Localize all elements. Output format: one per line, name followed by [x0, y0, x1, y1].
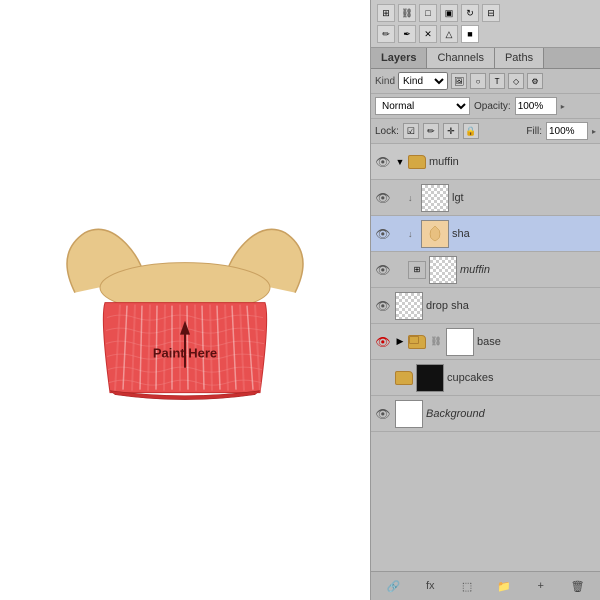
layer-drop-sha[interactable]: 👁 drop sha [371, 288, 600, 324]
bottom-folder-btn[interactable]: 📁 [494, 576, 514, 596]
clip-sha: ↓ [408, 229, 418, 239]
thumb-lgt [421, 184, 449, 212]
bottom-toolbar: 🔗 fx ⬚ 📁 + 🗑 [371, 571, 600, 600]
top-toolbar: ⊞ ⛓ □ ▣ ↻ ⊟ ✏ ✒ ✕ △ ■ [371, 0, 600, 48]
filter-icon-image[interactable]: 🖼 [451, 73, 467, 89]
layer-base-group[interactable]: 👁 ▶ ⛓ base [371, 324, 600, 360]
layer-name-lgt: lgt [452, 192, 597, 204]
thumb-drop-sha [395, 292, 423, 320]
panel-area: ⊞ ⛓ □ ▣ ↻ ⊟ ✏ ✒ ✕ △ ■ Layers Channels Pa… [370, 0, 600, 600]
opacity-arrow[interactable]: ▸ [561, 102, 565, 111]
thumb-muffin-layer [429, 256, 457, 284]
toolbar-icon-triangle[interactable]: △ [440, 25, 458, 43]
toolbar-row-1: ⊞ ⛓ □ ▣ ↻ ⊟ [377, 4, 594, 22]
layer-name-cupcakes: cupcakes [447, 372, 597, 384]
group-arrow-base[interactable]: ▶ [395, 337, 405, 347]
filter-kind-select[interactable]: Kind [398, 72, 448, 90]
layer-name-background: Background [426, 408, 597, 420]
filter-icon-adjust[interactable]: ⚙ [527, 73, 543, 89]
filter-row: Kind Kind 🖼 ○ T ◇ ⚙ [371, 69, 600, 94]
canvas-area: Paint Here [0, 0, 370, 600]
eye-muffin-layer[interactable]: 👁 [374, 261, 392, 279]
bottom-mask-btn[interactable]: ⬚ [457, 576, 477, 596]
folder-icon-cupcakes [395, 371, 413, 385]
thumb-base [446, 328, 474, 356]
tab-channels[interactable]: Channels [427, 48, 494, 68]
lock-image-btn[interactable]: ✏ [423, 123, 439, 139]
toolbar-icon-brush[interactable]: ✏ [377, 25, 395, 43]
eye-lgt[interactable]: 👁 [374, 189, 392, 207]
cupcake-illustration: Paint Here [45, 173, 325, 456]
lock-transparent-btn[interactable]: ☑ [403, 123, 419, 139]
layer-name-muffin: muffin [460, 264, 597, 276]
eye-drop-sha[interactable]: 👁 [374, 297, 392, 315]
thumb-sha [421, 220, 449, 248]
eye-cupcakes-off[interactable] [374, 369, 392, 387]
toolbar-icon-square2[interactable]: ■ [461, 25, 479, 43]
layer-name-sha: sha [452, 228, 597, 240]
link-base: ⛓ [429, 335, 443, 349]
clip-lgt: ↓ [408, 193, 418, 203]
toolbar-icon-grid2[interactable]: ⊟ [482, 4, 500, 22]
bottom-fx-btn[interactable]: fx [420, 576, 440, 596]
fill-arrow[interactable]: ▸ [592, 127, 596, 136]
layer-muffin-group[interactable]: 👁 ▼ muffin [371, 144, 600, 180]
lock-row: Lock: ☑ ✏ ✛ 🔒 Fill: ▸ [371, 119, 600, 144]
toolbar-icon-square[interactable]: □ [419, 4, 437, 22]
layer-cupcakes-group[interactable]: cupcakes [371, 360, 600, 396]
folder-icon-muffin [408, 155, 426, 169]
filter-kind-label: Kind [375, 76, 395, 87]
toolbar-icon-chain[interactable]: ⛓ [398, 4, 416, 22]
toolbar-icon-brush2[interactable]: ✒ [398, 25, 416, 43]
opacity-label: Opacity: [474, 101, 511, 112]
eye-background[interactable]: 👁 [374, 405, 392, 423]
layer-background[interactable]: 👁 Background [371, 396, 600, 432]
layer-name-drop-sha: drop sha [426, 300, 597, 312]
toolbar-icon-refresh[interactable]: ↻ [461, 4, 479, 22]
folder-icon-base [408, 335, 426, 349]
eye-sha[interactable]: 👁 [374, 225, 392, 243]
group-arrow-muffin[interactable]: ▼ [395, 157, 405, 167]
tab-layers[interactable]: Layers [371, 48, 427, 68]
tabs-row: Layers Channels Paths [371, 48, 600, 69]
eye-base-group[interactable]: 👁 [374, 333, 392, 351]
toolbar-icon-grid[interactable]: ⊞ [377, 4, 395, 22]
filter-icon-circle[interactable]: ○ [470, 73, 486, 89]
blend-mode-select[interactable]: Normal [375, 97, 470, 115]
layers-list: 👁 ▼ muffin 👁 ↓ lgt 👁 ↓ sha [371, 144, 600, 571]
lock-all-btn[interactable]: 🔒 [463, 123, 479, 139]
bottom-link-btn[interactable]: 🔗 [383, 576, 403, 596]
bottom-trash-btn[interactable]: 🗑 [568, 576, 588, 596]
thumb-cupcakes [416, 364, 444, 392]
tab-paths[interactable]: Paths [495, 48, 544, 68]
fill-input[interactable] [546, 122, 588, 140]
opacity-input[interactable] [515, 97, 557, 115]
toolbar-icon-monitor[interactable]: ▣ [440, 4, 458, 22]
fill-label: Fill: [526, 126, 542, 137]
toolbar-icon-cross[interactable]: ✕ [419, 25, 437, 43]
filter-icon-text[interactable]: T [489, 73, 505, 89]
bottom-new-layer-btn[interactable]: + [531, 576, 551, 596]
toolbar-row-2: ✏ ✒ ✕ △ ■ [377, 25, 594, 43]
lock-label: Lock: [375, 126, 399, 137]
layer-lgt[interactable]: 👁 ↓ lgt [371, 180, 600, 216]
layer-muffin[interactable]: 👁 ⊞ muffin [371, 252, 600, 288]
muffin-grid-icon: ⊞ [408, 261, 426, 279]
layer-name-base: base [477, 336, 597, 348]
layer-name-muffin-group: muffin [429, 156, 597, 168]
layer-sha[interactable]: 👁 ↓ sha [371, 216, 600, 252]
thumb-background [395, 400, 423, 428]
blend-mode-row: Normal Opacity: ▸ [371, 94, 600, 119]
eye-muffin-group[interactable]: 👁 [374, 153, 392, 171]
lock-position-btn[interactable]: ✛ [443, 123, 459, 139]
filter-icon-shape[interactable]: ◇ [508, 73, 524, 89]
